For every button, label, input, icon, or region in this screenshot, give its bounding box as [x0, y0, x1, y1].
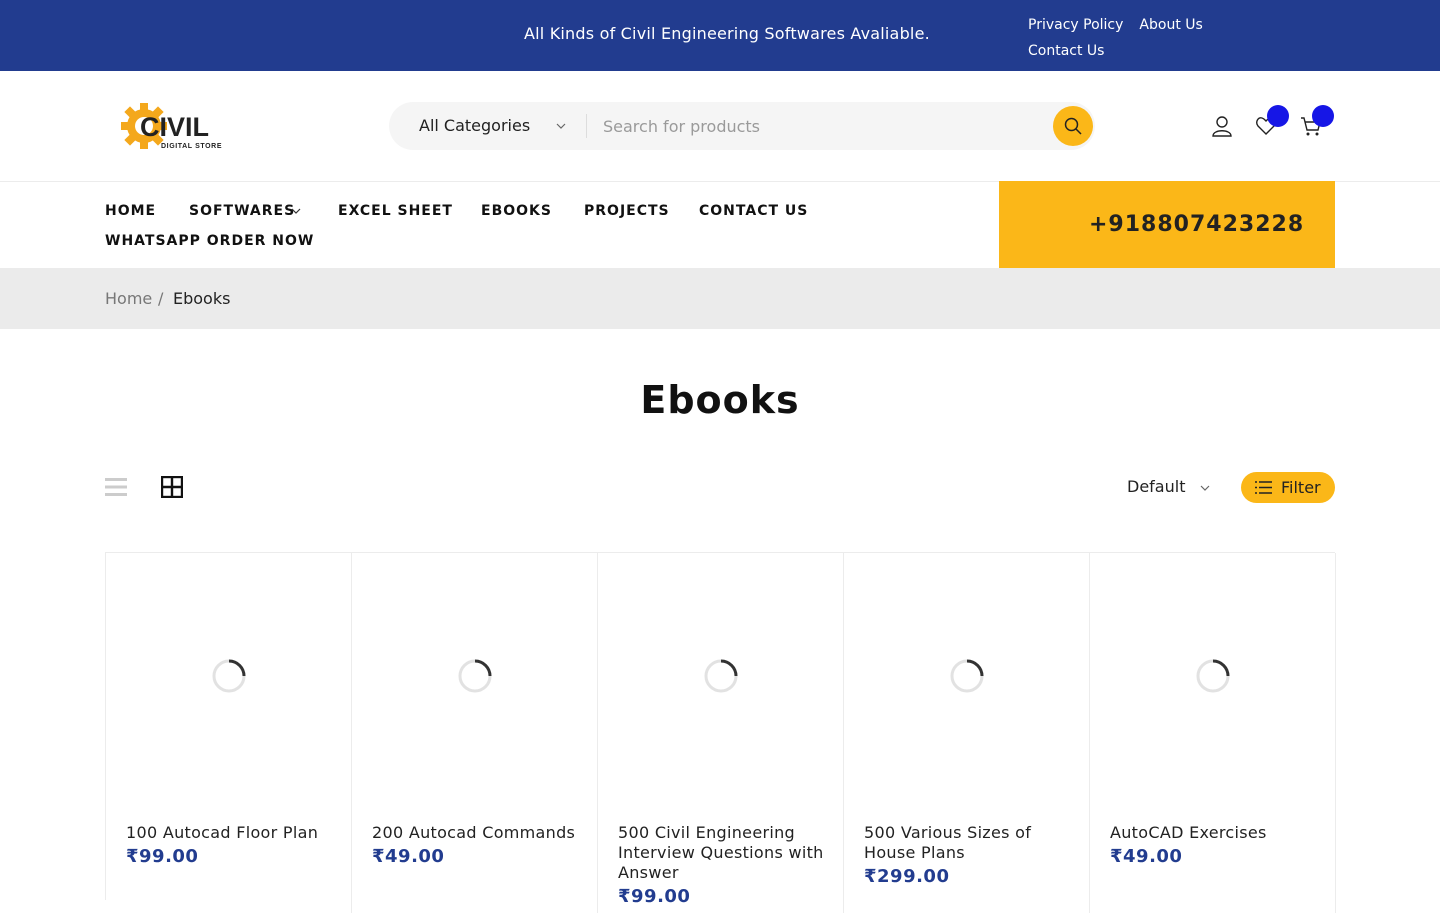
breadcrumb: Home / Ebooks: [0, 268, 1440, 329]
loading-spinner-icon: [1196, 659, 1230, 693]
phone-number: +918807423228: [1089, 212, 1305, 237]
nav-item-home[interactable]: HOME: [105, 203, 156, 219]
about-us-link[interactable]: About Us: [1139, 12, 1202, 38]
cart-count-badge: [1312, 105, 1334, 127]
top-announcement-bar: All Kinds of Civil Engineering Softwares…: [0, 0, 1440, 71]
wishlist-count-badge: [1267, 105, 1289, 127]
nav-item-contact-us[interactable]: CONTACT US: [699, 203, 808, 219]
svg-text:CIVIL: CIVIL: [140, 112, 209, 142]
breadcrumb-separator: /: [158, 289, 164, 308]
breadcrumb-current: Ebooks: [173, 289, 231, 308]
sort-select[interactable]: Default: [1127, 477, 1185, 496]
filter-list-icon: [1255, 481, 1272, 494]
loading-spinner-icon: [950, 659, 984, 693]
user-icon[interactable]: [1211, 115, 1233, 137]
loading-spinner-icon: [212, 659, 246, 693]
top-links: Privacy Policy About Us Contact Us: [1028, 12, 1248, 64]
chevron-down-icon[interactable]: [1199, 482, 1211, 494]
nav-item-whatsapp-order[interactable]: WHATSAPP ORDER NOW: [105, 233, 314, 249]
contact-us-link[interactable]: Contact Us: [1028, 38, 1104, 64]
product-name[interactable]: 200 Autocad Commands: [372, 823, 587, 843]
product-card[interactable]: AutoCAD Exercises ₹49.00: [1090, 553, 1336, 913]
filter-button[interactable]: Filter: [1241, 472, 1335, 503]
product-price: ₹49.00: [372, 846, 445, 867]
loading-spinner-icon: [458, 659, 492, 693]
chevron-down-icon[interactable]: [555, 120, 567, 132]
product-name[interactable]: 100 Autocad Floor Plan: [126, 823, 341, 843]
chevron-down-icon[interactable]: [290, 205, 302, 217]
search-bar: All Categories: [389, 102, 1095, 150]
breadcrumb-home-link[interactable]: Home: [105, 289, 152, 308]
nav-item-ebooks[interactable]: EBOOKS: [481, 203, 552, 219]
nav-item-projects[interactable]: PROJECTS: [584, 203, 670, 219]
page-title: Ebooks: [640, 378, 800, 422]
search-button[interactable]: [1053, 106, 1093, 146]
nav-item-excel-sheet[interactable]: EXCEL SHEET: [338, 203, 453, 219]
product-price: ₹99.00: [126, 846, 199, 867]
product-card[interactable]: 200 Autocad Commands ₹49.00: [352, 553, 598, 913]
nav-item-softwares[interactable]: SOFTWARES: [189, 203, 295, 219]
product-price: ₹99.00: [618, 886, 691, 907]
product-price: ₹49.00: [1110, 846, 1183, 867]
privacy-policy-link[interactable]: Privacy Policy: [1028, 12, 1123, 38]
grid-view-icon[interactable]: [161, 476, 183, 498]
category-select[interactable]: All Categories: [419, 102, 530, 150]
site-logo[interactable]: CIVIL DIGITAL STORE: [120, 97, 235, 155]
announcement-text: All Kinds of Civil Engineering Softwares…: [524, 24, 930, 43]
loading-spinner-icon: [704, 659, 738, 693]
search-icon: [1064, 117, 1082, 135]
product-name[interactable]: AutoCAD Exercises: [1110, 823, 1325, 843]
svg-text:DIGITAL STORE: DIGITAL STORE: [161, 143, 222, 150]
product-name[interactable]: 500 Various Sizes of House Plans: [864, 823, 1079, 863]
product-name[interactable]: 500 Civil Engineering Interview Question…: [618, 823, 833, 883]
product-card[interactable]: 500 Various Sizes of House Plans ₹299.00: [844, 553, 1090, 913]
phone-number-box[interactable]: +918807423228: [999, 181, 1335, 269]
filter-label: Filter: [1281, 478, 1321, 497]
list-view-icon[interactable]: [105, 476, 127, 498]
search-divider: [586, 114, 587, 138]
product-card[interactable]: 500 Civil Engineering Interview Question…: [598, 553, 844, 913]
product-grid: 100 Autocad Floor Plan ₹99.00 200 Autoca…: [105, 552, 1336, 913]
product-card[interactable]: 100 Autocad Floor Plan ₹99.00: [106, 553, 352, 913]
site-header: CIVIL DIGITAL STORE All Categories: [0, 71, 1440, 182]
product-price: ₹299.00: [864, 866, 950, 887]
search-input[interactable]: [603, 102, 1043, 150]
